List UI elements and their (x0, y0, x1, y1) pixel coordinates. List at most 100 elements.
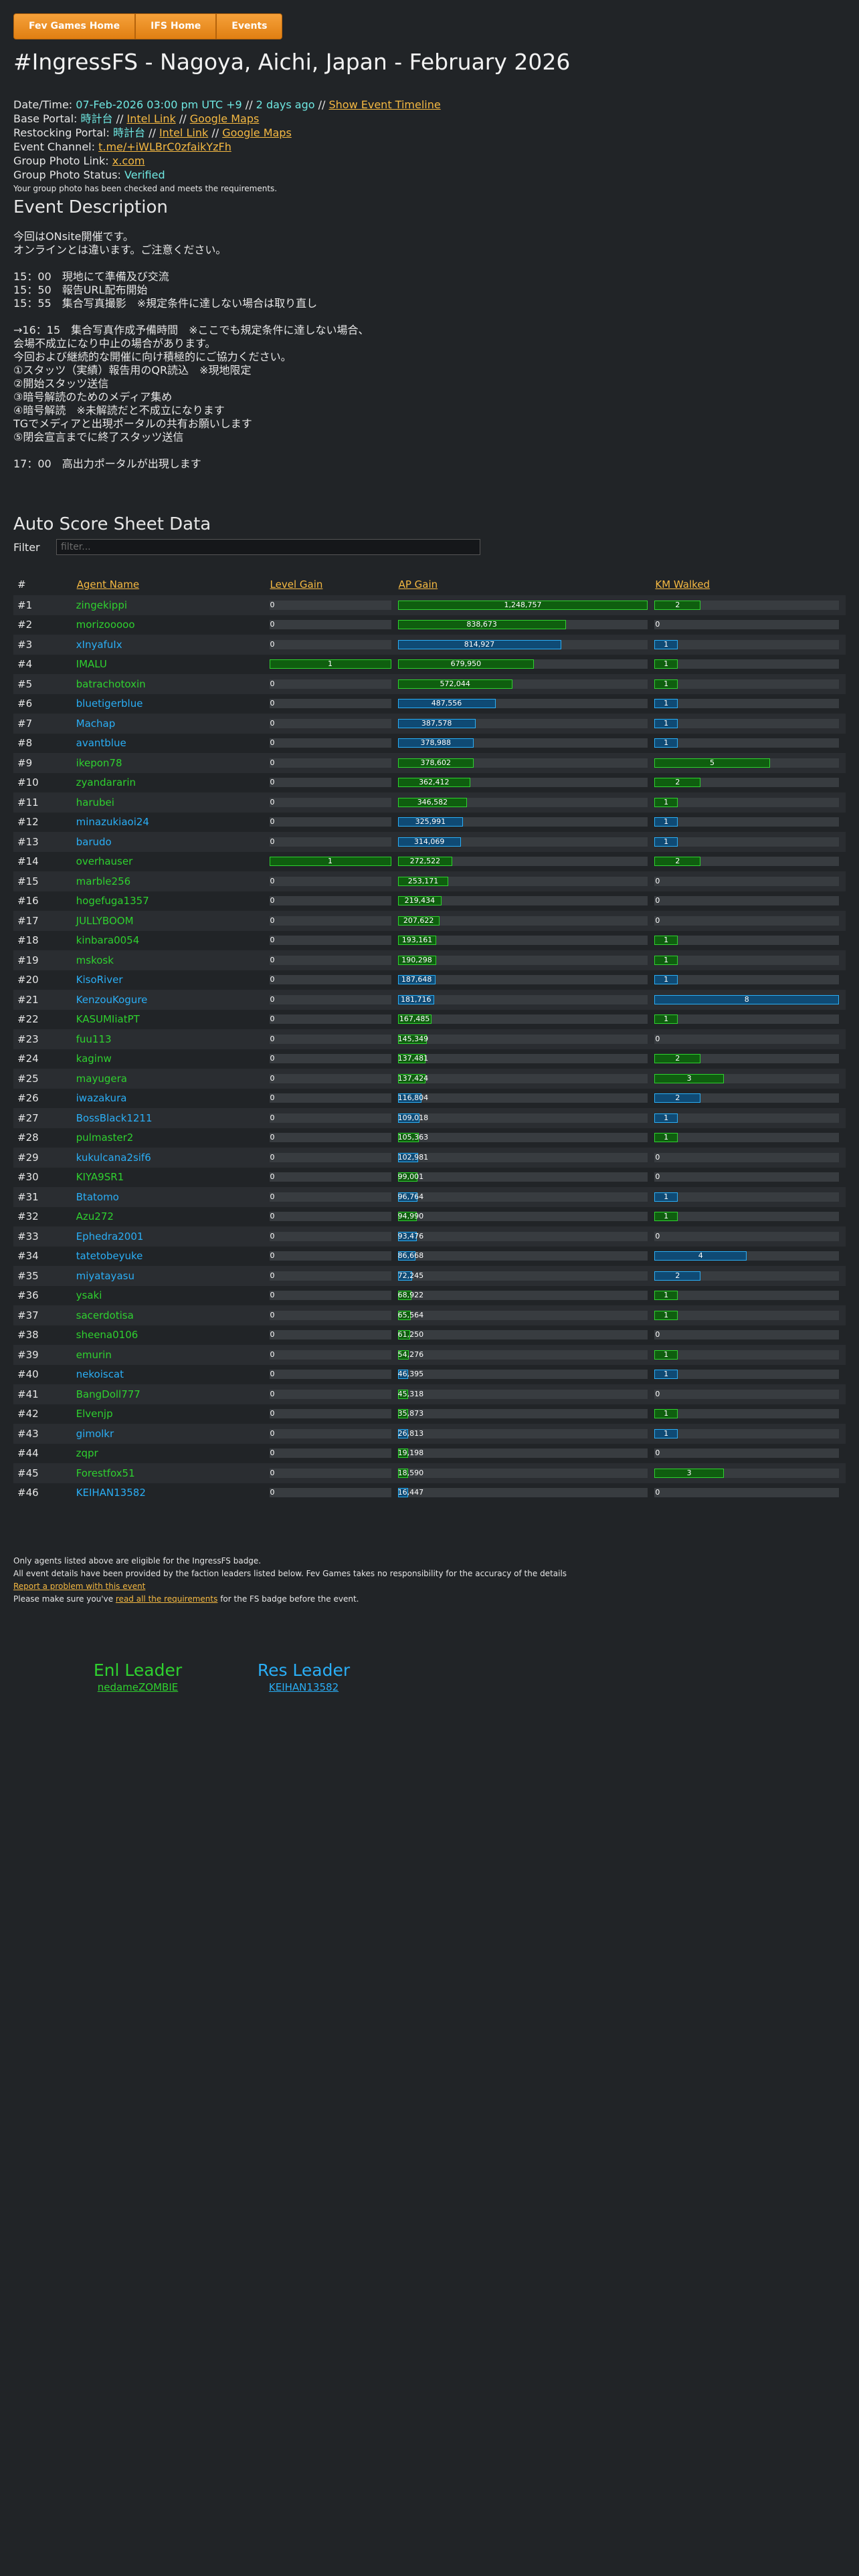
base-intel-link[interactable]: Intel Link (126, 112, 175, 125)
level-gain-header[interactable]: Level Gain (270, 574, 398, 595)
level-bar: 0 (269, 975, 391, 985)
group-photo-link[interactable]: x.com (112, 154, 145, 167)
separator: // (112, 112, 127, 125)
level-cell: 0 (269, 931, 398, 951)
rank-cell: #23 (13, 1029, 76, 1049)
km-walked-header[interactable]: KM Walked (654, 574, 846, 595)
level-cell: 0 (269, 1108, 398, 1128)
event-channel-link[interactable]: t.me/+iWLBrC0zfaikYzFh (98, 140, 231, 153)
ap-bar: 814,927 (397, 639, 648, 649)
ap-cell: 219,434 (397, 891, 655, 911)
agent-name: Forestfox51 (76, 1463, 270, 1483)
agent-name-header[interactable]: Agent Name (76, 574, 270, 595)
km-cell: 1 (654, 1286, 846, 1306)
agent-name: zingekippi (76, 595, 270, 615)
km-bar: 1 (654, 1291, 839, 1301)
level-bar: 0 (269, 600, 391, 610)
sort-agent-name[interactable]: Agent Name (77, 578, 139, 591)
filter-input[interactable] (56, 539, 480, 555)
ap-cell: 35,873 (397, 1404, 655, 1424)
ap-value: 72,245 (397, 1271, 424, 1280)
enl-leader: Enl Leader nedameZOMBIE (55, 1660, 221, 1693)
table-row: #33 Ephedra2001 0 93,476 0 (13, 1226, 846, 1247)
level-value: 0 (270, 1409, 275, 1418)
ap-cell: 325,991 (397, 813, 655, 833)
ap-value: 219,434 (404, 896, 436, 905)
sort-level-gain[interactable]: Level Gain (270, 578, 323, 591)
ap-cell: 26,813 (397, 1424, 655, 1444)
table-row: #42 Elvenjp 0 35,873 1 (13, 1404, 846, 1424)
km-bar: 1 (654, 936, 839, 946)
report-problem-link[interactable]: Report a problem with this event (13, 1582, 145, 1591)
agent-name: avantblue (76, 737, 126, 750)
ap-cell: 99,001 (397, 1168, 655, 1188)
ap-cell: 572,044 (397, 674, 655, 694)
km-value: 0 (655, 1330, 660, 1339)
sort-ap-gain[interactable]: AP Gain (399, 578, 438, 591)
km-value: 1 (664, 1014, 669, 1024)
res-leader-link[interactable]: KEIHAN13582 (269, 1681, 339, 1693)
base-portal-name: 時計台 (80, 112, 113, 125)
km-bar: 2 (654, 1093, 839, 1103)
ap-value: 46,395 (397, 1370, 424, 1379)
ap-value: 16,447 (397, 1488, 424, 1497)
km-bar: 1 (654, 718, 839, 728)
agent-name: Machap (76, 714, 270, 734)
sort-km-walked[interactable]: KM Walked (655, 578, 710, 591)
ap-value: 187,648 (401, 975, 432, 984)
level-bar: 0 (269, 1152, 391, 1162)
photo-status-label: Group Photo Status: (13, 169, 124, 181)
level-bar: 0 (269, 797, 391, 807)
show-timeline-link[interactable]: Show Event Timeline (329, 98, 441, 111)
level-value: 0 (270, 600, 275, 609)
km-cell: 0 (654, 891, 846, 911)
ap-bar: 65,564 (397, 1310, 648, 1320)
table-row: #39 emurin 0 54,276 1 (13, 1345, 846, 1365)
agent-name: JULLYBOOM (76, 911, 270, 931)
table-row: #22 KASUMIiatPT 0 167,485 1 (13, 1010, 846, 1030)
group-photo-line: Group Photo Link: x.com (13, 154, 846, 168)
ap-cell: 167,485 (397, 1010, 655, 1030)
level-value: 0 (270, 1172, 275, 1182)
nav-fev-games-home[interactable]: Fev Games Home (13, 13, 136, 39)
requirements-link[interactable]: read all the requirements (116, 1594, 217, 1604)
rank-cell: #42 (17, 1408, 39, 1420)
level-value: 0 (270, 955, 275, 964)
requirements-post: for the FS badge before the event. (217, 1594, 359, 1604)
level-bar: 0 (269, 1133, 391, 1143)
restock-maps-link[interactable]: Google Maps (222, 126, 292, 139)
level-bar: 1 (269, 659, 391, 669)
ap-gain-header[interactable]: AP Gain (398, 574, 655, 595)
km-cell: 1 (654, 655, 846, 675)
level-cell: 0 (269, 1286, 398, 1306)
level-bar: 0 (269, 1468, 391, 1478)
restock-intel-link[interactable]: Intel Link (159, 126, 208, 139)
ap-value: 378,988 (420, 738, 452, 748)
table-row: #27 BossBlack1211 0 109,018 1 (13, 1108, 846, 1128)
ap-cell: 72,245 (397, 1266, 655, 1286)
level-bar: 0 (269, 1291, 391, 1301)
km-bar: 1 (654, 1350, 839, 1360)
res-leader: Res Leader KEIHAN13582 (221, 1660, 387, 1693)
km-value: 1 (664, 975, 669, 984)
level-bar: 0 (269, 1350, 391, 1360)
km-bar: 2 (654, 600, 839, 610)
rank-cell: #2 (17, 619, 33, 631)
nav-ifs-home[interactable]: IFS Home (135, 13, 217, 39)
rank-cell: #37 (13, 1305, 76, 1325)
km-value: 2 (675, 857, 680, 866)
level-bar: 0 (269, 817, 391, 827)
nav-events[interactable]: Events (216, 13, 283, 39)
base-maps-link[interactable]: Google Maps (190, 112, 260, 125)
ap-cell: 187,648 (397, 970, 655, 990)
enl-leader-link[interactable]: nedameZOMBIE (98, 1681, 179, 1693)
ap-value: 35,873 (397, 1409, 424, 1418)
rank-cell: #22 (17, 1013, 39, 1026)
rank-cell: #27 (13, 1108, 76, 1128)
level-value: 0 (270, 620, 275, 629)
level-bar: 0 (269, 1310, 391, 1320)
table-row: #20 KisoRiver 0 187,648 1 (13, 970, 846, 990)
rank-cell: #7 (13, 714, 76, 734)
table-row: #6 bluetigerblue 0 487,556 1 (13, 694, 846, 714)
ap-bar: 137,424 (397, 1073, 648, 1083)
